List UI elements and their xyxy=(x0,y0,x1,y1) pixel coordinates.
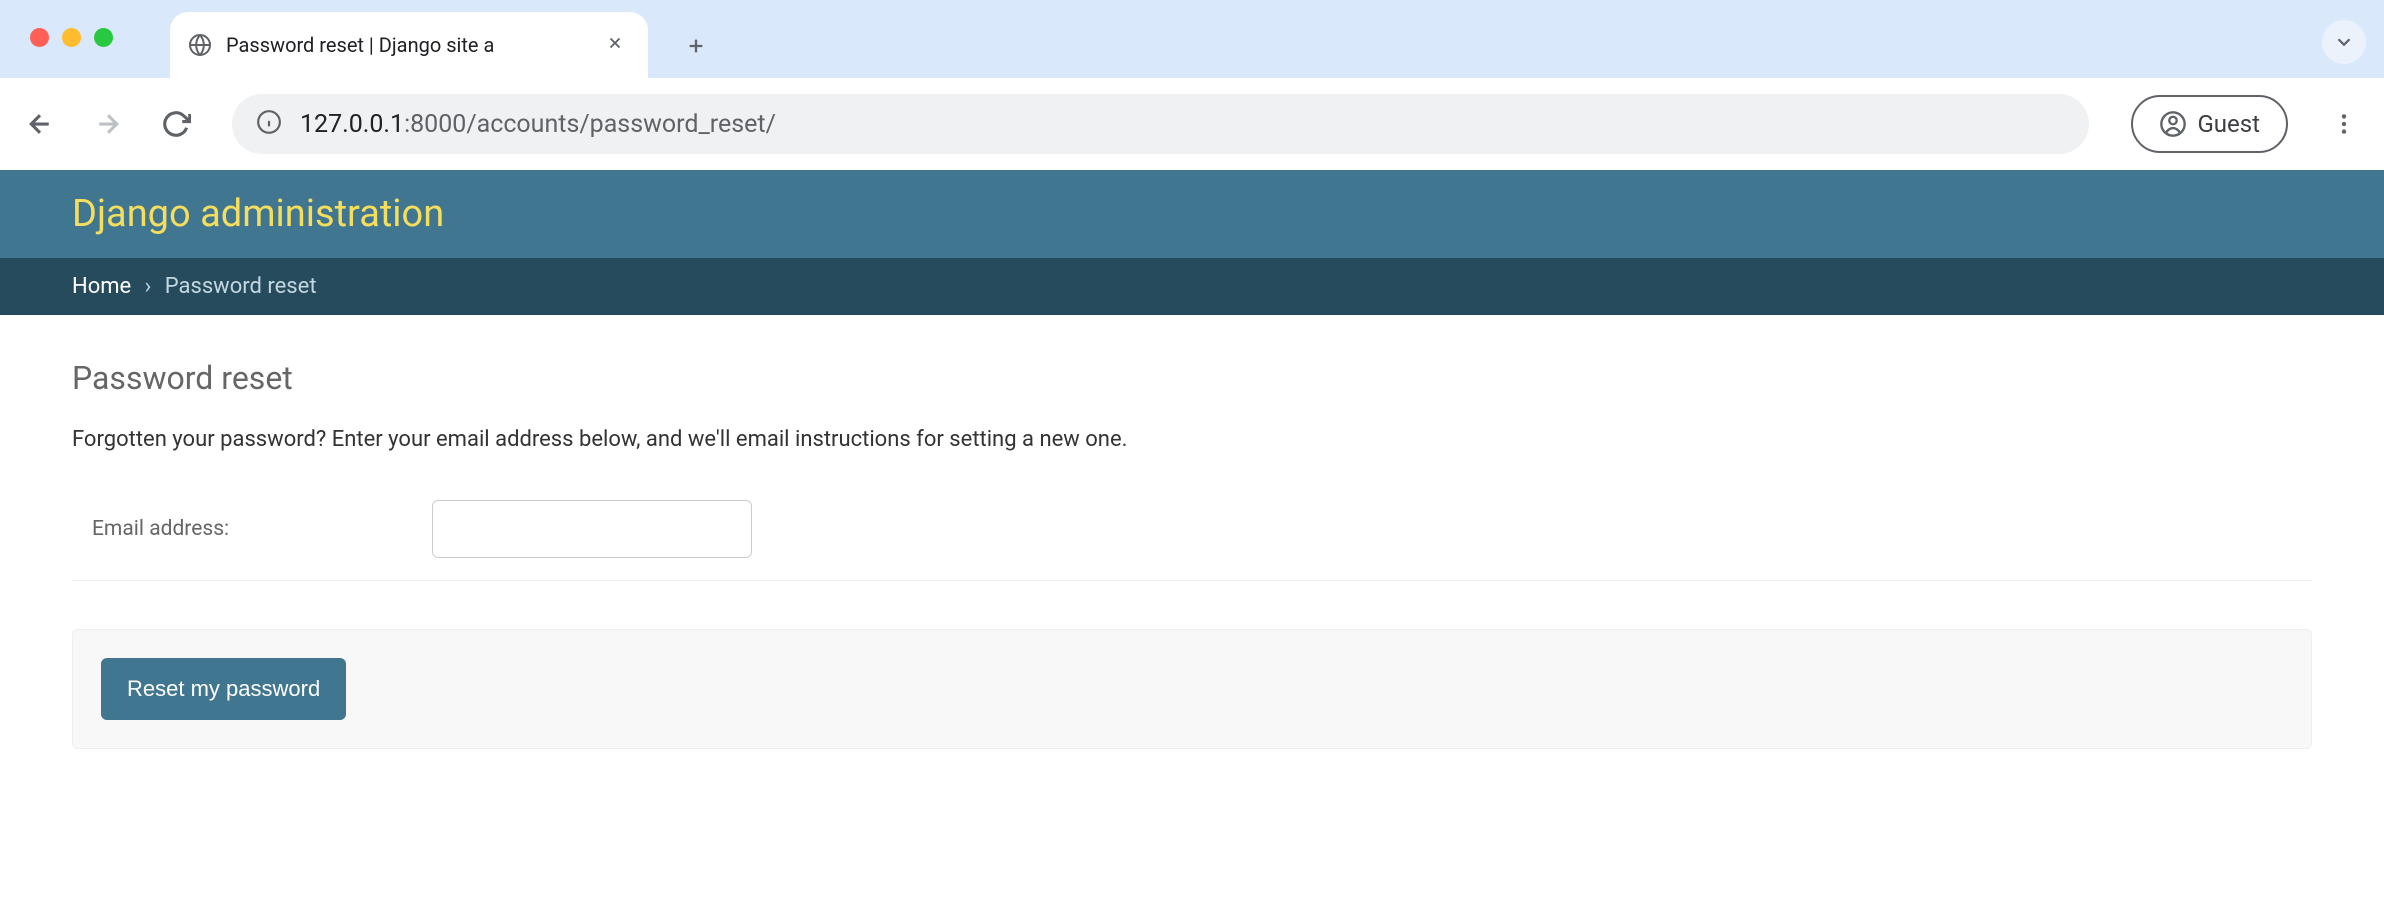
breadcrumb-current: Password reset xyxy=(165,274,317,299)
url-path: :8000/accounts/password_reset/ xyxy=(404,110,776,139)
browser-menu-button[interactable] xyxy=(2322,102,2366,146)
window-close-button[interactable] xyxy=(30,28,49,47)
site-title: Django administration xyxy=(72,192,2312,236)
profile-label: Guest xyxy=(2197,110,2260,138)
window-minimize-button[interactable] xyxy=(62,28,81,47)
site-header: Django administration xyxy=(0,170,2384,258)
url-host: 127.0.0.1 xyxy=(300,110,404,139)
breadcrumb-separator: › xyxy=(145,274,152,299)
submit-row: Reset my password xyxy=(72,629,2312,749)
close-icon[interactable] xyxy=(600,27,630,64)
main-content: Password reset Forgotten your password? … xyxy=(0,315,2384,793)
reload-button[interactable] xyxy=(154,102,198,146)
reset-password-button[interactable]: Reset my password xyxy=(101,658,346,720)
profile-button[interactable]: Guest xyxy=(2131,95,2288,153)
instructions-text: Forgotten your password? Enter your emai… xyxy=(72,427,2312,452)
tab-title: Password reset | Django site a xyxy=(226,33,494,57)
browser-tab-strip: Password reset | Django site a xyxy=(0,0,2384,78)
back-button[interactable] xyxy=(18,102,62,146)
forward-button[interactable] xyxy=(86,102,130,146)
url-text: 127.0.0.1:8000/accounts/password_reset/ xyxy=(300,110,776,139)
site-info-icon[interactable] xyxy=(256,109,282,139)
browser-toolbar: 127.0.0.1:8000/accounts/password_reset/ … xyxy=(0,78,2384,170)
browser-tab[interactable]: Password reset | Django site a xyxy=(170,12,648,78)
page-title: Password reset xyxy=(72,359,2312,397)
window-maximize-button[interactable] xyxy=(94,28,113,47)
new-tab-button[interactable] xyxy=(678,28,714,64)
breadcrumb: Home › Password reset xyxy=(0,258,2384,315)
email-form-row: Email address: xyxy=(72,500,2312,581)
address-bar[interactable]: 127.0.0.1:8000/accounts/password_reset/ xyxy=(232,94,2089,154)
globe-icon xyxy=(188,33,212,57)
window-controls xyxy=(30,28,113,47)
email-label: Email address: xyxy=(72,517,432,541)
tabs-dropdown-button[interactable] xyxy=(2322,20,2366,64)
breadcrumb-home-link[interactable]: Home xyxy=(72,274,131,299)
email-field[interactable] xyxy=(432,500,752,558)
